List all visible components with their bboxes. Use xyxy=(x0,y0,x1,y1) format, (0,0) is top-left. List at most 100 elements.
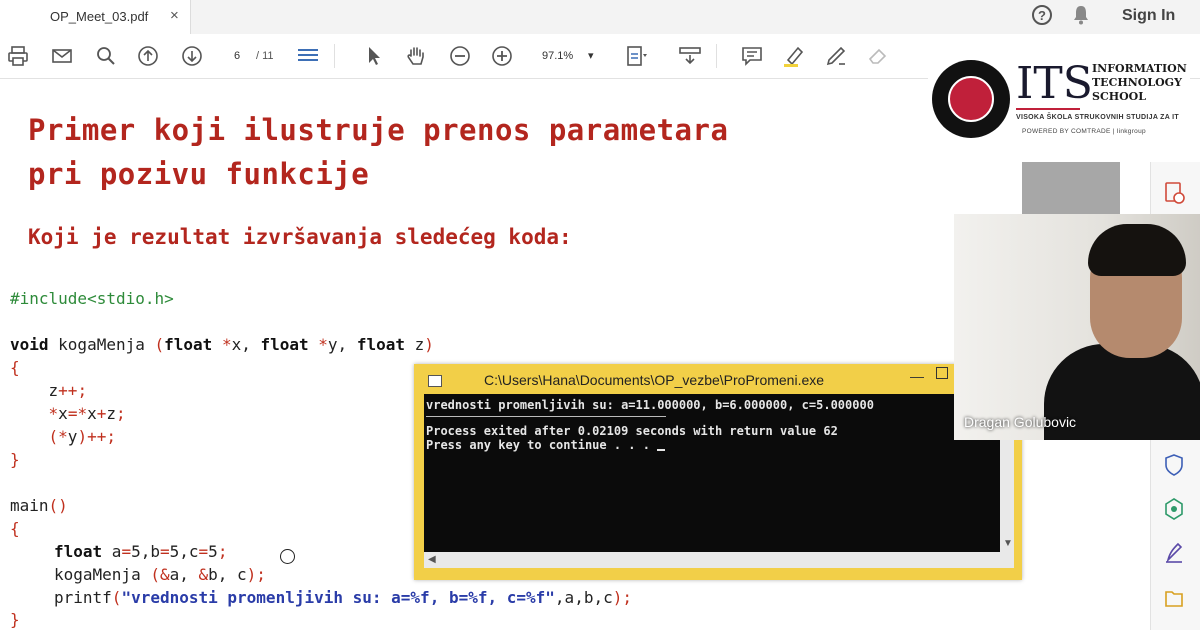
export-pdf-icon[interactable] xyxy=(1160,180,1188,206)
code-token: ( xyxy=(154,335,165,354)
code-brace: } xyxy=(10,610,20,629)
code-include: #include<stdio.h> xyxy=(10,289,174,308)
document-tab[interactable]: OP_Meet_03.pdf × xyxy=(0,0,191,34)
edit-pdf-icon[interactable] xyxy=(1160,496,1188,522)
code-token: ,a,b,c xyxy=(554,588,613,607)
code-token: x xyxy=(87,404,97,423)
code-token: ); xyxy=(246,565,266,584)
code-token: kogaMenja xyxy=(48,335,155,354)
fit-page-icon[interactable] xyxy=(624,44,648,68)
toolbar-divider xyxy=(334,44,335,68)
text-cursor xyxy=(657,449,666,451)
email-icon[interactable] xyxy=(50,44,74,68)
zoom-in-icon[interactable] xyxy=(490,44,514,68)
code-token: ,c xyxy=(179,542,199,561)
page-number-input[interactable]: 6 xyxy=(222,46,252,66)
horizontal-scrollbar[interactable]: ◀ xyxy=(424,552,1014,568)
help-icon[interactable]: ? xyxy=(1032,5,1052,25)
read-mode-icon[interactable] xyxy=(678,44,702,68)
next-page-icon[interactable] xyxy=(180,44,204,68)
erase-icon[interactable] xyxy=(866,44,890,68)
tab-close-icon[interactable]: × xyxy=(170,7,179,24)
code-token: ,b xyxy=(140,542,160,561)
code-token: * xyxy=(212,335,232,354)
code-token: ; xyxy=(217,542,228,561)
tab-bar: OP_Meet_03.pdf × ? Sign In xyxy=(0,0,1200,34)
code-token: ) xyxy=(424,335,434,354)
its-logo: ITS INFORMATION TECHNOLOGY SCHOOL VISOKA… xyxy=(928,58,1190,142)
console-window[interactable]: C:\Users\Hana\Documents\OP_vezbe\ProProm… xyxy=(414,364,1022,580)
zoom-value: 97.1% xyxy=(542,50,574,62)
code-token: ); xyxy=(612,588,632,607)
code-token: = xyxy=(121,542,132,561)
code-brace: { xyxy=(10,519,20,538)
code-token: + xyxy=(96,404,107,423)
bell-icon[interactable] xyxy=(1072,5,1090,30)
code-line: kogaMenja (&a, &b, c); xyxy=(54,565,266,584)
print-icon[interactable] xyxy=(6,44,30,68)
hand-tool-icon[interactable] xyxy=(404,44,428,68)
code-token: ; xyxy=(116,404,126,423)
code-token: z xyxy=(10,381,59,400)
code-token: 5 xyxy=(169,542,180,561)
slide-title-line-2: pri pozivu funkcije xyxy=(28,157,370,191)
fill-sign-icon[interactable] xyxy=(1160,540,1188,566)
console-line: Press any key to continue . . . xyxy=(426,438,666,452)
code-token: a xyxy=(102,542,122,561)
slide-title-line-1: Primer koji ilustruje prenos parametara xyxy=(28,113,729,147)
code-token: float xyxy=(356,335,405,354)
minimize-button[interactable]: — xyxy=(910,368,924,384)
code-token: z xyxy=(106,404,116,423)
code-brace: { xyxy=(10,358,20,377)
speaker-name: Dragan Golubovic xyxy=(964,414,1077,430)
protect-shield-icon[interactable] xyxy=(1160,452,1188,478)
code-token: main xyxy=(10,496,49,515)
code-token: = xyxy=(159,542,170,561)
highlight-icon[interactable] xyxy=(782,44,806,68)
speaker-hair xyxy=(1088,224,1186,276)
organize-pages-icon[interactable] xyxy=(1160,584,1188,610)
mouse-cursor-icon xyxy=(280,549,295,564)
tab-label: OP_Meet_03.pdf xyxy=(50,9,149,24)
maximize-button[interactable] xyxy=(936,367,948,379)
code-token: float xyxy=(54,542,103,561)
code-token: () xyxy=(48,496,68,515)
console-line: vrednosti promenljivih su: a=11.000000, … xyxy=(426,398,874,412)
code-token: float xyxy=(164,335,213,354)
code-token: y xyxy=(67,427,78,446)
comment-icon[interactable] xyxy=(740,44,764,68)
console-app-icon xyxy=(428,375,442,387)
zoom-out-icon[interactable] xyxy=(448,44,472,68)
code-token: b, c xyxy=(208,565,247,584)
code-line: *x=*x+z; xyxy=(10,404,126,423)
toolbar-divider xyxy=(716,44,717,68)
sign-in-button[interactable]: Sign In xyxy=(1122,7,1175,25)
code-token: kogaMenja xyxy=(54,565,151,584)
code-token: ( xyxy=(111,588,122,607)
code-token: (* xyxy=(10,427,68,446)
scroll-left-icon[interactable]: ◀ xyxy=(428,554,436,565)
console-separator xyxy=(426,416,666,417)
draw-icon[interactable] xyxy=(824,44,848,68)
zoom-select[interactable]: 97.1% ▾ xyxy=(534,46,606,66)
logo-underline xyxy=(1016,108,1080,110)
chevron-down-icon: ▾ xyxy=(588,50,594,62)
code-brace: } xyxy=(10,450,20,469)
code-main: main() xyxy=(10,496,68,515)
page-layout-icon[interactable] xyxy=(296,44,320,68)
previous-page-icon[interactable] xyxy=(136,44,160,68)
console-output: vrednosti promenljivih su: a=11.000000, … xyxy=(424,394,1000,552)
logo-powered-by: POWERED BY COMTRADE | linkgroup xyxy=(1022,128,1146,135)
code-line: float a=5,b=5,c=5; xyxy=(54,542,227,561)
code-token: ++; xyxy=(58,381,88,400)
select-cursor-icon[interactable] xyxy=(362,44,386,68)
code-token: * xyxy=(10,404,59,423)
scroll-down-icon[interactable]: ▼ xyxy=(1003,538,1013,549)
search-icon[interactable] xyxy=(94,44,118,68)
code-function-signature: void kogaMenja (float *x, float *y, floa… xyxy=(10,335,434,354)
code-line: (*y)++; xyxy=(10,427,116,446)
code-token: printf xyxy=(54,588,112,607)
code-token: void xyxy=(10,335,49,354)
school-seal-icon xyxy=(932,60,1010,138)
code-token: x xyxy=(58,404,68,423)
